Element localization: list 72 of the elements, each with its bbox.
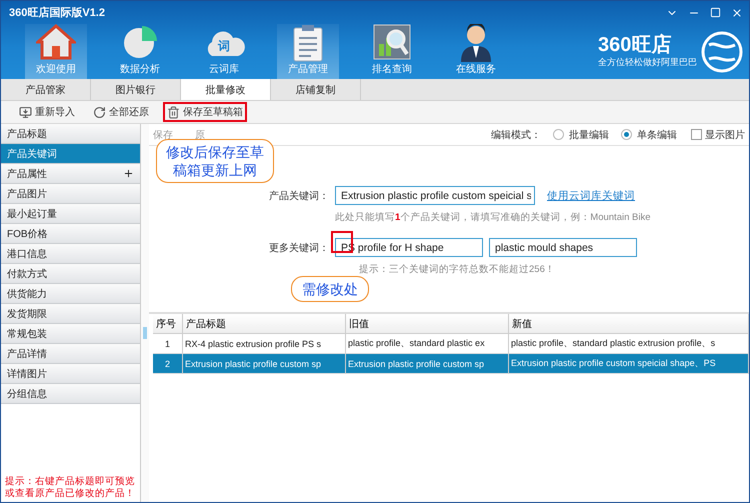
cloud-keywords-link[interactable]: 使用云词库关键词 <box>547 188 635 202</box>
refresh-icon <box>93 106 106 118</box>
sidebar-item[interactable]: 常规包装 <box>1 324 140 344</box>
table-row[interactable]: 2 Extrusion plastic profile custom sp Extrusion plastic profile custom sp Extrusion plastic profile custom speicial shape、PS <box>153 354 749 374</box>
sidebar-item[interactable]: 最小起订量 <box>1 204 140 224</box>
expand-icon[interactable] <box>123 168 134 179</box>
sidebar-item[interactable]: 产品图片 <box>1 184 140 204</box>
magnifier-chart-icon <box>373 24 411 60</box>
pie-chart-icon <box>122 24 158 60</box>
monitor-download-icon <box>19 106 32 118</box>
keyword-field[interactable]: Extrusion plastic profile custom speicial s <box>335 186 535 205</box>
sidebar-item[interactable]: 供货能力 <box>1 284 140 304</box>
callout-bubble: 需修改处 <box>291 276 369 302</box>
column-header[interactable]: 产品标题 <box>183 314 346 334</box>
sidebar-item[interactable]: 付款方式 <box>1 264 140 284</box>
nav-button[interactable]: 数据分析 <box>109 24 171 79</box>
sidebar-item[interactable]: 产品详情 <box>1 344 140 364</box>
sub-tab[interactable]: 产品管家 <box>1 79 91 100</box>
cloud-word: 词 <box>218 38 230 54</box>
sidebar-item[interactable]: 发货期限 <box>1 304 140 324</box>
logo-slogan: 全方位轻松做好阿里巴巴 <box>598 56 697 69</box>
sub-tab[interactable]: 店铺复制 <box>271 79 361 100</box>
sidebar-tip: 提示：右键产品标题即可预览或查看原产品已修改的产品！ <box>4 475 136 501</box>
radio-button[interactable] <box>553 129 564 140</box>
keyword-field[interactable]: plastic mould shapes <box>489 238 637 257</box>
sidebar-item[interactable]: 产品属性 <box>1 164 140 184</box>
sidebar-item[interactable]: 港口信息 <box>1 244 140 264</box>
edit-mode-label: 编辑模式： <box>491 128 541 142</box>
toolbar-button[interactable]: 全部还原 <box>89 102 153 122</box>
checkbox-label: 显示图片 <box>705 128 745 142</box>
field-label: 更多关键词： <box>269 242 329 254</box>
table-cell: plastic profile、standard plastic ex <box>346 334 509 354</box>
column-header[interactable]: 序号 <box>153 314 183 334</box>
field-label: 产品关键词： <box>269 190 329 202</box>
column-header[interactable]: 新值 <box>509 314 749 334</box>
sidebar-item[interactable]: FOB价格 <box>1 224 140 244</box>
table-cell: 1 <box>153 334 183 354</box>
nav-button[interactable]: 在线服务 <box>445 24 507 79</box>
window-title: 360旺店国际版V1.2 <box>9 6 105 20</box>
radio-label: 单条编辑 <box>637 128 677 142</box>
table-cell: 2 <box>153 354 183 374</box>
sidebar-item[interactable]: 产品关键词 <box>1 144 140 164</box>
sidebar-item[interactable]: 分组信息 <box>1 384 140 404</box>
table-cell: RX-4 plastic extrusion profile PS s <box>183 334 346 354</box>
table-cell: Extrusion plastic profile custom sp <box>183 354 346 374</box>
maximize-icon[interactable] <box>710 6 721 18</box>
table-cell: Extrusion plastic profile custom speicial shape、PS <box>509 354 749 374</box>
toolbar-button[interactable]: 保存至草稿箱 <box>163 102 247 122</box>
bin-icon <box>167 106 180 118</box>
nav-button[interactable]: 词 云词库 <box>193 24 255 79</box>
toolbar-button[interactable]: 重新导入 <box>15 102 79 122</box>
sidebar-item[interactable]: 产品标题 <box>1 124 140 144</box>
clipboard-icon <box>291 24 325 62</box>
table-cell: plastic profile、standard plastic extrusion profile、s <box>509 334 749 354</box>
hint-text: 提示：三个关键词的字符总数不能超过256！ <box>359 263 556 276</box>
hint-text: 此处只能填写1个产品关键词，请填写准确的关键词，例：Mountain Bike <box>335 211 652 224</box>
radio-button[interactable] <box>621 129 632 140</box>
logo-emblem-icon <box>701 30 743 72</box>
splitter-handle[interactable] <box>143 327 147 339</box>
house-icon <box>36 24 76 60</box>
column-header[interactable]: 旧值 <box>346 314 509 334</box>
table-cell: Extrusion plastic profile custom sp <box>346 354 509 374</box>
close-icon[interactable] <box>731 6 743 18</box>
logo-name: 360旺店 <box>598 34 672 56</box>
person-icon <box>459 24 493 62</box>
table-row[interactable]: 1 RX-4 plastic extrusion profile PS s plastic profile、standard plastic ex plastic profile、standard plastic extrusion profile、s <box>153 334 749 354</box>
checkbox[interactable] <box>691 129 702 140</box>
nav-button[interactable]: 排名查询 <box>361 24 423 79</box>
sidebar-item[interactable]: 详情图片 <box>1 364 140 384</box>
callout-bubble: 修改后保存至草稿箱更新上网 <box>156 139 274 183</box>
radio-label: 批量编辑 <box>569 128 609 142</box>
sub-tab[interactable]: 批量修改 <box>181 79 271 100</box>
